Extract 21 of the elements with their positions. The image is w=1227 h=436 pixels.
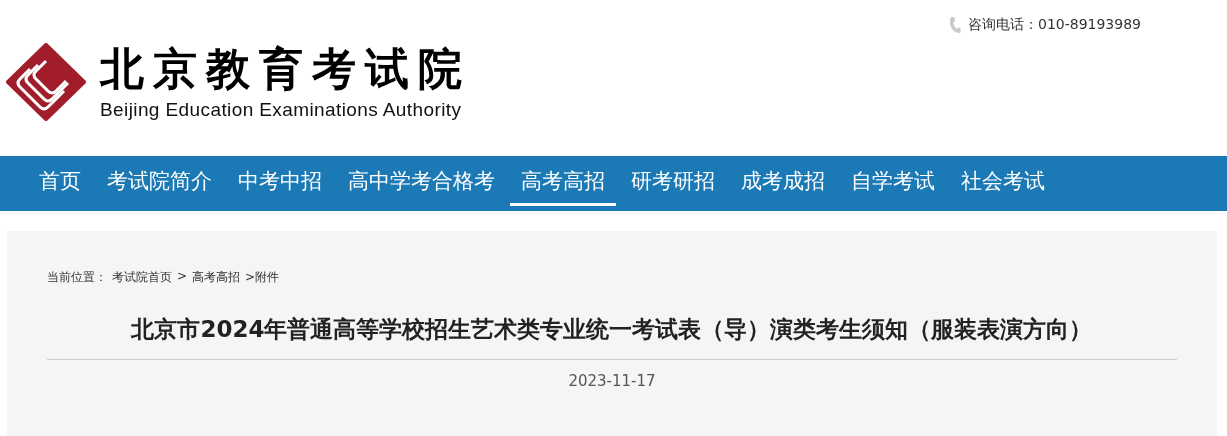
nav-tab[interactable]: 考试院简介	[96, 156, 223, 206]
nav-tab[interactable]: 高中学考合格考	[337, 156, 506, 206]
nav-tab[interactable]: 成考成招	[730, 156, 836, 206]
nav-tab[interactable]: 高考高招	[510, 156, 616, 206]
article-title: 北京市2024年普通高等学校招生艺术类专业统一考试表（导）演类考生须知（服装表演方向）	[129, 315, 1094, 344]
breadcrumb-item: 考试院首页	[112, 269, 172, 286]
article-date: 2023-11-17	[567, 372, 657, 390]
nav-tab[interactable]: 社会考试	[950, 156, 1056, 206]
nav-tab[interactable]: 自学考试	[840, 156, 946, 206]
logo-icon	[6, 43, 86, 121]
breadcrumb-label: 当前位置：	[47, 269, 107, 286]
breadcrumb-item: 高考高招	[192, 269, 241, 286]
nav-tab[interactable]: 首页	[28, 156, 92, 206]
phone-number: 咨询电话：010-89193989	[967, 16, 1141, 34]
breadcrumb-item: >	[177, 269, 188, 285]
logo-subtitle: Beijing Education Examinations Authority	[100, 99, 463, 122]
nav-tab[interactable]: 中考中招	[227, 156, 333, 206]
phone-icon	[947, 16, 962, 34]
logo-title: 北京教育考试院	[100, 42, 471, 96]
breadcrumb-item: >附件	[245, 269, 280, 286]
nav-tab[interactable]: 研考研招	[620, 156, 726, 206]
